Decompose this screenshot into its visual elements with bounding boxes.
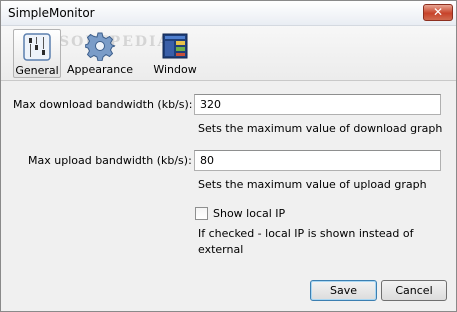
tab-window[interactable]: Window [151, 29, 199, 78]
upload-bandwidth-input[interactable]: 80 [194, 150, 441, 171]
show-local-ip-hint-line2: external [198, 243, 244, 256]
settings-toolbar: SOFTPEDIA General Appearance Window [1, 26, 456, 81]
upload-bandwidth-label: Max upload bandwidth (kb/s): [28, 154, 192, 167]
show-local-ip-label[interactable]: Show local IP [213, 207, 285, 220]
tab-general[interactable]: General [13, 29, 61, 78]
download-bandwidth-hint: Sets the maximum value of download graph [198, 122, 443, 135]
gear-icon [85, 32, 115, 61]
show-local-ip-checkbox[interactable] [195, 207, 208, 220]
tab-window-label: Window [153, 63, 197, 76]
title-bar[interactable]: SimpleMonitor ✕ [1, 1, 456, 26]
save-button[interactable]: Save [310, 280, 377, 301]
tab-general-label: General [15, 64, 59, 77]
tab-appearance[interactable]: Appearance [67, 29, 133, 78]
window-title: SimpleMonitor [8, 6, 95, 20]
upload-bandwidth-hint: Sets the maximum value of upload graph [198, 178, 427, 191]
download-bandwidth-input[interactable]: 320 [194, 94, 441, 115]
close-button[interactable]: ✕ [423, 4, 453, 21]
tab-appearance-label: Appearance [67, 63, 134, 76]
window-icon [162, 33, 188, 59]
download-bandwidth-label: Max download bandwidth (kb/s): [13, 98, 193, 111]
simplemonitor-window: SimpleMonitor ✕ SOFTPEDIA General Appear… [0, 0, 457, 312]
general-settings-icon [23, 33, 51, 61]
general-settings-panel: Max download bandwidth (kb/s): 320 Sets … [1, 82, 456, 312]
cancel-button[interactable]: Cancel [381, 280, 447, 301]
close-icon: ✕ [432, 5, 444, 19]
show-local-ip-hint-line1: If checked - local IP is shown instead o… [198, 227, 414, 240]
